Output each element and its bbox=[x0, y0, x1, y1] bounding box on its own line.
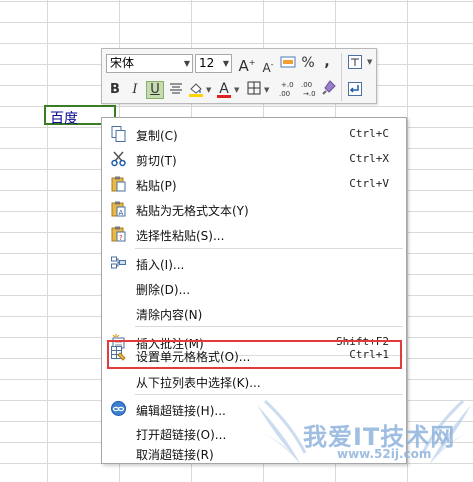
svg-text:.00: .00 bbox=[279, 90, 290, 98]
chevron-down-icon: ▼ bbox=[183, 59, 190, 68]
menu-item-label: 插入(I)... bbox=[136, 258, 185, 272]
menu-item-label: 粘贴为无格式文本(Y) bbox=[136, 204, 249, 218]
align-center-button[interactable] bbox=[167, 81, 185, 99]
menu-item-label: 粘贴(P) bbox=[136, 179, 177, 193]
copy-icon bbox=[111, 126, 126, 142]
italic-button[interactable]: I bbox=[126, 81, 144, 99]
svg-text:?: ? bbox=[119, 234, 123, 242]
paste-icon bbox=[111, 176, 126, 192]
menu-separator bbox=[135, 326, 403, 327]
comma-style-button[interactable]: , bbox=[318, 53, 336, 71]
shrink-font-label: A bbox=[262, 61, 271, 75]
insert-icon bbox=[111, 256, 126, 269]
menu-separator bbox=[135, 248, 403, 249]
wrap-text-button[interactable] bbox=[346, 54, 364, 72]
menu-item-paste-as-text[interactable]: A 粘贴为无格式文本(Y) bbox=[103, 197, 405, 221]
merge-cells-icon bbox=[280, 56, 296, 68]
borders-icon bbox=[247, 81, 261, 95]
bold-button[interactable]: B bbox=[106, 81, 124, 99]
shrink-font-button[interactable]: A- bbox=[259, 56, 277, 75]
menu-item-label: 从下拉列表中选择(K)... bbox=[136, 376, 261, 390]
increase-decimal-icon: +.0 .00 bbox=[279, 81, 294, 98]
hyperlink-icon bbox=[111, 401, 126, 416]
decrease-decimal-button[interactable]: .00 →.0 bbox=[299, 79, 317, 98]
menu-item-copy[interactable]: 复制(C) Ctrl+C bbox=[103, 122, 405, 146]
return-arrow-icon bbox=[348, 82, 362, 96]
watermark: 我爱IT技术网 www.52ij.com bbox=[255, 395, 473, 482]
percent-button[interactable]: % bbox=[299, 54, 317, 72]
underline-button[interactable]: U bbox=[146, 81, 164, 99]
fill-color-button[interactable] bbox=[187, 81, 205, 99]
format-painter-icon bbox=[322, 80, 336, 95]
svg-text:A: A bbox=[119, 209, 124, 217]
wrap-text-icon bbox=[348, 55, 362, 69]
chevron-down-icon[interactable]: ▼ bbox=[367, 58, 372, 66]
toolbar-separator bbox=[341, 53, 342, 101]
cell-value: 百度 bbox=[50, 111, 78, 127]
format-painter-button[interactable] bbox=[320, 80, 338, 98]
menu-item-label: 取消超链接(R) bbox=[136, 448, 214, 462]
grow-font-label: A bbox=[238, 57, 249, 75]
decrease-decimal-icon: .00 →.0 bbox=[301, 81, 316, 98]
increase-decimal-button[interactable]: +.0 .00 bbox=[277, 79, 295, 98]
chevron-down-icon[interactable]: ▼ bbox=[264, 86, 269, 94]
menu-item-clear-contents[interactable]: 清除内容(N) bbox=[103, 301, 405, 325]
scissors-icon bbox=[111, 151, 126, 167]
chevron-down-icon[interactable]: ▼ bbox=[206, 86, 211, 94]
paste-special-icon: ? bbox=[111, 226, 126, 242]
menu-item-label: 编辑超链接(H)... bbox=[136, 404, 226, 418]
chevron-down-icon: ▼ bbox=[222, 59, 229, 68]
font-color-button[interactable]: A bbox=[215, 80, 233, 98]
menu-item-label: 删除(D)... bbox=[136, 283, 191, 297]
menu-item-label: 选择性粘贴(S)... bbox=[136, 229, 225, 243]
font-name-combo[interactable]: 宋体 ▼ bbox=[106, 54, 193, 73]
borders-button[interactable] bbox=[245, 81, 263, 99]
menu-item-label: 清除内容(N) bbox=[136, 308, 203, 322]
menu-item-insert[interactable]: 插入(I)... bbox=[103, 251, 405, 275]
paste-text-icon: A bbox=[111, 201, 126, 217]
paint-bucket-icon bbox=[189, 83, 203, 97]
font-size-value: 12 bbox=[199, 56, 215, 70]
menu-item-shortcut: Ctrl+V bbox=[349, 177, 389, 190]
font-size-combo[interactable]: 12 ▼ bbox=[195, 54, 232, 73]
font-color-swatch bbox=[217, 95, 231, 98]
menu-item-paste[interactable]: 粘贴(P) Ctrl+V bbox=[103, 172, 405, 196]
menu-item-paste-special[interactable]: ? 选择性粘贴(S)... bbox=[103, 222, 405, 246]
svg-text:.00: .00 bbox=[301, 81, 312, 89]
merge-center-button[interactable] bbox=[279, 54, 297, 72]
mini-toolbar: 宋体 ▼ 12 ▼ A+ A- % , ▼ B I U ▼ A ▼ ▼ +.0 … bbox=[101, 48, 377, 104]
font-name-value: 宋体 bbox=[110, 56, 135, 70]
menu-item-label: 剪切(T) bbox=[136, 154, 177, 168]
watermark-url: www.52ij.com bbox=[337, 447, 432, 461]
menu-item-cut[interactable]: 剪切(T) Ctrl+X bbox=[103, 147, 405, 171]
enter-button[interactable] bbox=[346, 81, 364, 99]
svg-text:+.0: +.0 bbox=[281, 81, 294, 89]
chevron-down-icon[interactable]: ▼ bbox=[234, 86, 239, 94]
menu-item-label: 复制(C) bbox=[136, 129, 178, 143]
align-center-icon bbox=[170, 83, 182, 94]
menu-item-delete[interactable]: 删除(D)... bbox=[103, 276, 405, 300]
highlight-annotation bbox=[107, 340, 402, 369]
menu-item-pick-from-list[interactable]: 从下拉列表中选择(K)... bbox=[103, 369, 405, 393]
menu-item-shortcut: Ctrl+C bbox=[349, 127, 389, 140]
menu-item-shortcut: Ctrl+X bbox=[349, 152, 389, 165]
grow-font-button[interactable]: A+ bbox=[238, 54, 256, 75]
svg-text:→.0: →.0 bbox=[303, 90, 316, 98]
